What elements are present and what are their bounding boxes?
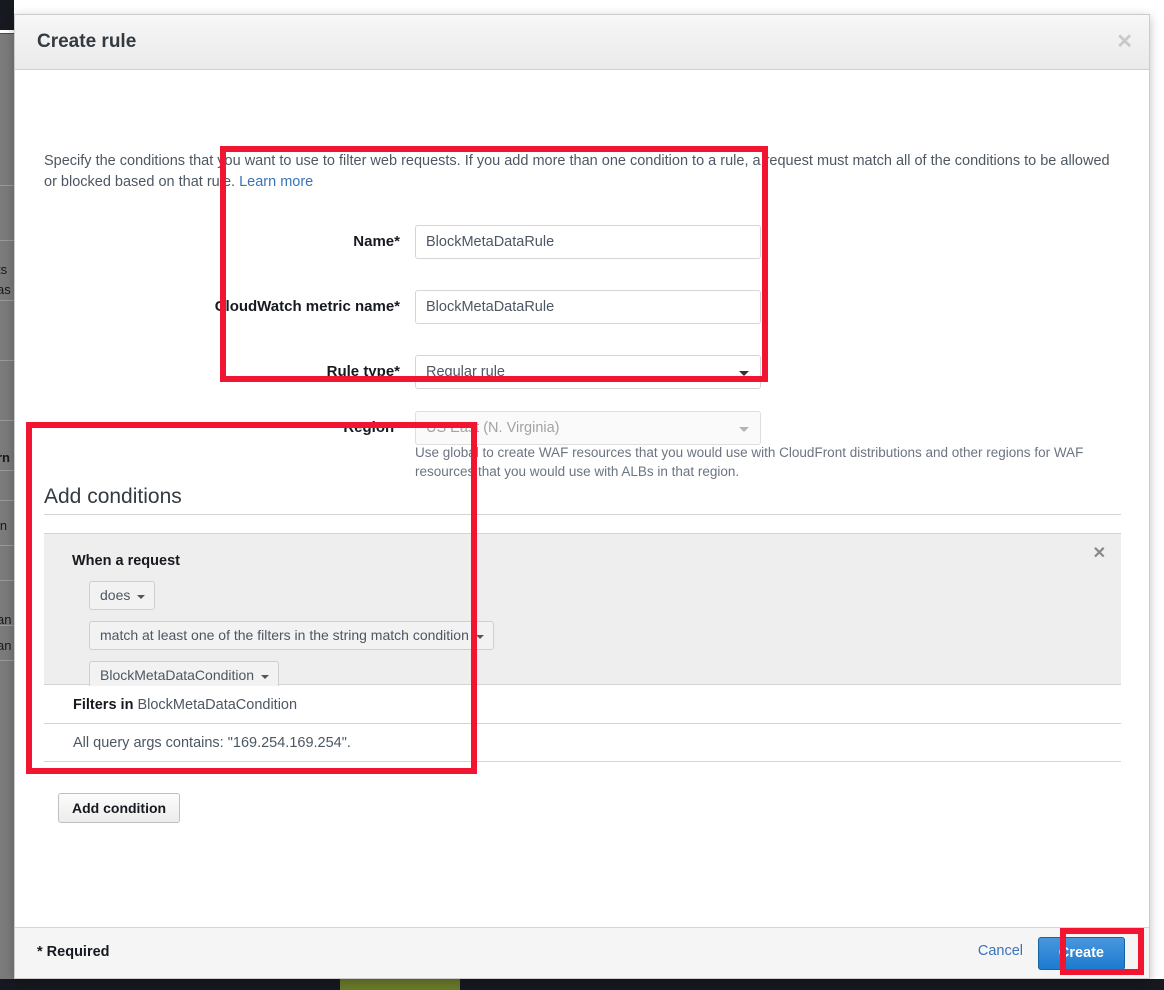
field-value: Regular rule: [426, 364, 505, 380]
chevron-down-icon: [261, 675, 269, 679]
form-row: Name* BlockMetaDataRule: [15, 225, 1149, 259]
table-row: All query args contains: "169.254.169.25…: [44, 724, 1121, 762]
field-value: US East (N. Virginia): [426, 420, 560, 436]
cancel-button[interactable]: Cancel: [978, 943, 1023, 959]
backdrop-text-fragment: in: [0, 518, 14, 533]
backdrop-text-fragment: an: [0, 638, 14, 653]
backdrop-text-fragment: ts: [0, 262, 14, 277]
filter-value: All query args contains: "169.254.169.25…: [73, 735, 351, 751]
chevron-down-icon: [739, 427, 749, 432]
dialog-header: Create rule ✕: [15, 15, 1149, 70]
field-label: Rule type*: [15, 355, 400, 389]
chevron-down-icon: [476, 635, 484, 639]
dialog-body: Specify the conditions that you want to …: [15, 70, 1149, 927]
backdrop-row-line: [0, 470, 14, 471]
condition-negation-dropdown[interactable]: does: [89, 581, 155, 610]
field-input[interactable]: BlockMetaDataRule: [415, 290, 761, 324]
form-row: Region* US East (N. Virginia): [15, 411, 1149, 445]
create-button[interactable]: Create: [1038, 937, 1125, 970]
field-label: Name*: [15, 225, 400, 259]
backdrop-row-line: [0, 545, 14, 546]
field-label: Region*: [15, 411, 400, 445]
condition-panel: ✕ When a request does match at least one…: [44, 533, 1121, 685]
filters-condition-name: BlockMetaDataCondition: [137, 697, 297, 713]
backdrop-row-line: [0, 420, 14, 421]
backdrop-dimmed-page: [0, 34, 14, 979]
filters-header-row: Filters in BlockMetaDataCondition: [44, 686, 1121, 724]
add-condition-button[interactable]: Add condition: [58, 793, 180, 823]
condition-type-dropdown[interactable]: match at least one of the filters in the…: [89, 621, 494, 650]
chevron-down-icon: [137, 595, 145, 599]
field-select: US East (N. Virginia): [415, 411, 761, 445]
region-help-text: Use global to create WAF resources that …: [415, 443, 1105, 481]
backdrop-row-line: [0, 660, 14, 661]
intro-description: Specify the conditions that you want to …: [44, 151, 1110, 193]
page-title: Create rule: [37, 31, 136, 53]
backdrop-row-line: [0, 580, 14, 581]
backdrop-bottom-bar: [0, 979, 1164, 990]
add-conditions-heading: Add conditions: [44, 485, 182, 509]
close-icon[interactable]: ✕: [1093, 546, 1106, 562]
backdrop-bottom-highlight: [340, 979, 460, 990]
dialog-footer: * Required Cancel Create: [15, 927, 1149, 978]
field-value: BlockMetaDataRule: [426, 234, 554, 250]
create-rule-dialog: Create rule ✕ Specify the conditions tha…: [14, 14, 1150, 979]
form-row: CloudWatch metric name* BlockMetaDataRule: [15, 290, 1149, 324]
backdrop-row-line: [0, 185, 14, 186]
field-select[interactable]: Regular rule: [415, 355, 761, 389]
when-a-request-label: When a request: [72, 553, 180, 569]
backdrop-row-line: [0, 500, 14, 501]
field-value: BlockMetaDataRule: [426, 299, 554, 315]
field-label: CloudWatch metric name*: [15, 290, 400, 324]
backdrop-text-fragment: rn: [0, 450, 14, 465]
backdrop-text-fragment: an: [0, 612, 14, 627]
backdrop-top-navbar: [0, 0, 14, 30]
chevron-down-icon: [739, 371, 749, 376]
backdrop-row-line: [0, 360, 14, 361]
required-note: * Required: [37, 944, 110, 960]
filters-in-label: Filters in: [73, 697, 133, 713]
backdrop-row-line: [0, 300, 14, 301]
backdrop-text-fragment: as: [0, 282, 14, 297]
field-input[interactable]: BlockMetaDataRule: [415, 225, 761, 259]
learn-more-link[interactable]: Learn more: [239, 174, 313, 190]
intro-text: Specify the conditions that you want to …: [44, 153, 1110, 190]
section-divider: [44, 514, 1121, 515]
close-icon[interactable]: ✕: [1116, 32, 1133, 52]
backdrop-row-line: [0, 240, 14, 241]
form-row: Rule type* Regular rule: [15, 355, 1149, 389]
